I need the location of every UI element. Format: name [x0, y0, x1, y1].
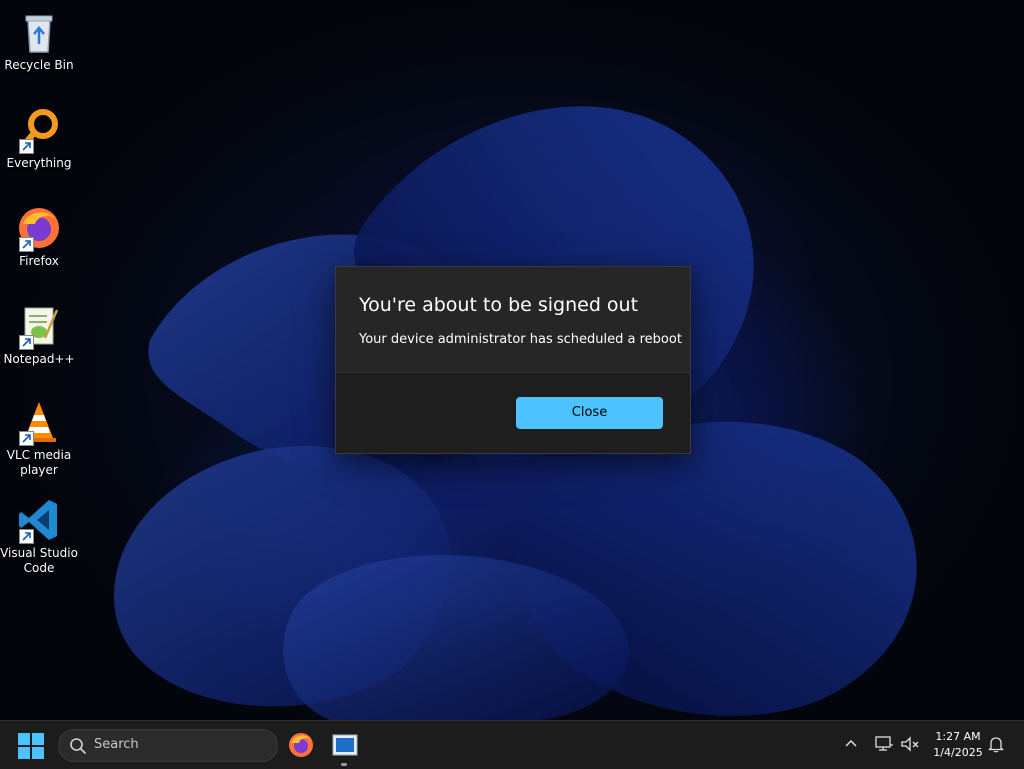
running-indicator — [341, 763, 347, 766]
firefox-icon — [289, 733, 313, 757]
taskbar-window-app[interactable] — [331, 731, 359, 759]
taskbar: Search 1:27 AM 1/4/2025 — [0, 720, 1024, 769]
shortcut-arrow-icon — [19, 139, 34, 154]
desktop-icon-label: VLC media player — [6, 448, 72, 477]
desktop-icon-recycle-bin[interactable]: Recycle Bin — [0, 8, 78, 73]
desktop-icon-everything[interactable]: Everything — [0, 106, 78, 171]
chevron-up-icon[interactable] — [844, 737, 858, 751]
taskbar-search-box[interactable]: Search — [58, 729, 278, 762]
notification-bell-icon[interactable] — [987, 735, 1005, 753]
shortcut-arrow-icon — [19, 529, 34, 544]
everything-search-icon — [15, 106, 63, 154]
dialog-title: You're about to be signed out — [359, 294, 639, 316]
windows-logo-icon — [18, 733, 44, 759]
notepad-plus-plus-icon — [15, 302, 63, 350]
desktop-icon-label: Notepad++ — [3, 352, 75, 366]
desktop-icon-vscode[interactable]: Visual Studio Code — [0, 496, 78, 576]
dialog-message: Your device administrator has scheduled … — [359, 332, 682, 347]
firefox-icon — [15, 204, 63, 252]
window-app-icon — [332, 734, 358, 756]
sign-out-dialog: You're about to be signed out Your devic… — [335, 266, 691, 454]
desktop-icon-vlc[interactable]: VLC media player — [0, 398, 78, 478]
vlc-icon — [15, 398, 63, 446]
taskbar-firefox[interactable] — [287, 731, 315, 759]
close-button[interactable]: Close — [516, 397, 663, 429]
shortcut-arrow-icon — [19, 237, 34, 252]
desktop-icon-notepad-plus-plus[interactable]: Notepad++ — [0, 302, 78, 367]
desktop-icon-label: Everything — [6, 156, 72, 170]
desktop-icon-label: Recycle Bin — [4, 58, 74, 72]
clock-time: 1:27 AM — [935, 730, 981, 743]
taskbar-clock[interactable]: 1:27 AM 1/4/2025 — [926, 729, 990, 761]
desktop-icon-label: Firefox — [19, 254, 59, 268]
start-button[interactable] — [18, 733, 44, 759]
desktop-icon-firefox[interactable]: Firefox — [0, 204, 78, 269]
shortcut-arrow-icon — [19, 335, 34, 350]
shortcut-arrow-icon — [19, 431, 34, 446]
search-icon — [70, 738, 86, 754]
dialog-footer: Close — [336, 372, 690, 453]
desktop-icon-label: Visual Studio Code — [0, 546, 78, 575]
network-icon[interactable] — [874, 735, 894, 753]
recycle-bin-icon — [15, 8, 63, 56]
volume-muted-icon[interactable] — [900, 735, 920, 753]
clock-date: 1/4/2025 — [933, 746, 983, 759]
search-placeholder: Search — [94, 737, 139, 752]
vscode-icon — [15, 496, 63, 544]
